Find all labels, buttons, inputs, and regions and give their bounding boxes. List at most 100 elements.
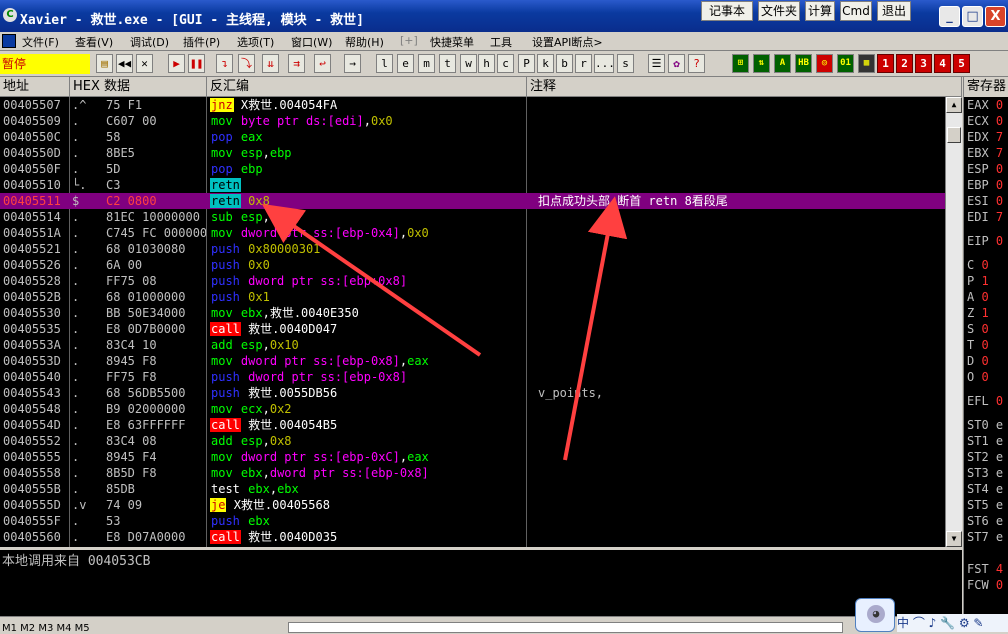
register-st7[interactable]: ST7 e: [967, 529, 1003, 545]
register-st1[interactable]: ST1 e: [967, 433, 1003, 449]
menu-tools[interactable]: 工具: [490, 34, 512, 50]
minimize-button[interactable]: _: [939, 6, 960, 27]
ime-toolbar[interactable]: 中 ⌒ ♪ 🔧 ⚙ ✎: [897, 614, 1008, 632]
plugin-icon-7[interactable]: ▦: [858, 54, 875, 73]
disasm-row[interactable]: 00405555. 8945 F4 mov dword ptr ss:[ebp-0x…: [0, 449, 945, 465]
register-ecx[interactable]: ECX 0: [967, 113, 1003, 129]
register-ebp[interactable]: EBP 0: [967, 177, 1003, 193]
register-st2[interactable]: ST2 e: [967, 449, 1003, 465]
plugin-4-button[interactable]: 4: [934, 54, 951, 73]
disasm-row[interactable]: 0040550F. 5D pop ebp: [0, 161, 945, 177]
toolbar-run-trace-button[interactable]: ...: [594, 54, 615, 73]
disasm-row[interactable]: 0040552B. 68 01000000 push 0x1: [0, 289, 945, 305]
disasm-row[interactable]: 00405526. 6A 00 push 0x0: [0, 257, 945, 273]
list-icon[interactable]: ☰: [648, 54, 665, 73]
scroll-down-icon[interactable]: ▼: [946, 531, 962, 547]
toolbar-threads-button[interactable]: t: [439, 54, 456, 73]
disasm-row[interactable]: 00405509. C607 00 mov byte ptr ds:[edi],0x…: [0, 113, 945, 129]
register-esi[interactable]: ESI 0: [967, 193, 1003, 209]
notepad-button[interactable]: 记事本: [701, 1, 753, 21]
toolbar-breakpoints-button[interactable]: b: [556, 54, 573, 73]
run-icon[interactable]: ▶: [168, 54, 185, 73]
menu-window[interactable]: 窗口(W): [291, 34, 332, 50]
ime-assistant[interactable]: ◕: [855, 598, 895, 632]
disasm-row[interactable]: 0040550C. 58 pop eax: [0, 129, 945, 145]
register-st5[interactable]: ST5 e: [967, 497, 1003, 513]
pause-icon[interactable]: ❚❚: [188, 54, 205, 73]
trace-into-icon[interactable]: ⇊: [262, 54, 279, 73]
plugin-1-button[interactable]: 1: [877, 54, 894, 73]
register-eax[interactable]: EAX 0: [967, 97, 1003, 113]
register-eip[interactable]: EIP 0: [967, 233, 1003, 249]
plugin-icon-6[interactable]: 01: [837, 54, 854, 73]
register-t[interactable]: T 0: [967, 337, 989, 353]
trace-over-icon[interactable]: ⇉: [288, 54, 305, 73]
open-icon[interactable]: ▤: [96, 54, 113, 73]
toolbar-memory-button[interactable]: m: [418, 54, 435, 73]
disasm-row[interactable]: 00405514. 81EC 10000000 sub esp,0x10: [0, 209, 945, 225]
register-p[interactable]: P 1: [967, 273, 989, 289]
plugin-icon-5[interactable]: ◎: [816, 54, 833, 73]
plugin-icon-4[interactable]: HB: [795, 54, 812, 73]
disasm-row[interactable]: 00405548. B9 02000000 mov ecx,0x2: [0, 401, 945, 417]
menu-api-breakpoints[interactable]: 设置API断点>: [532, 34, 603, 50]
register-c[interactable]: C 0: [967, 257, 989, 273]
disasm-row[interactable]: 0040554D. E8 63FFFFFF call 救世.004054B5: [0, 417, 945, 433]
scroll-up-icon[interactable]: ▲: [946, 97, 962, 113]
disasm-row[interactable]: 00405530. BB 50E34000 mov ebx,救世.0040E350: [0, 305, 945, 321]
plugin-3-button[interactable]: 3: [915, 54, 932, 73]
toolbar-stack-button[interactable]: k: [537, 54, 554, 73]
register-esp[interactable]: ESP 0: [967, 161, 1003, 177]
register-st6[interactable]: ST6 e: [967, 513, 1003, 529]
disasm-row[interactable]: 00405560. E8 D07A0000 call 救世.0040D035: [0, 529, 945, 545]
disasm-row[interactable]: 0040555B. 85DB test ebx,ebx: [0, 481, 945, 497]
menu-plugins[interactable]: 插件(P): [183, 34, 220, 50]
toolbar-handles-button[interactable]: h: [478, 54, 495, 73]
disasm-scrollbar[interactable]: ▲ ▼: [945, 97, 962, 547]
maximize-button[interactable]: □: [962, 6, 983, 27]
toolbar-cpu-button[interactable]: c: [497, 54, 514, 73]
plugin-2-button[interactable]: 2: [896, 54, 913, 73]
execute-till-return-icon[interactable]: ↩: [314, 54, 331, 73]
register-st3[interactable]: ST3 e: [967, 465, 1003, 481]
rewind-icon[interactable]: ◀◀: [116, 54, 133, 73]
register-edx[interactable]: EDX 7: [967, 129, 1003, 145]
disasm-row[interactable]: 0040551A. C745 FC 00000000 mov dword ptr s…: [0, 225, 945, 241]
toolbar-log-button[interactable]: l: [376, 54, 393, 73]
plugin-icon-1[interactable]: ⊞: [732, 54, 749, 73]
goto-icon[interactable]: →: [344, 54, 361, 73]
close-button[interactable]: X: [985, 6, 1006, 27]
register-st4[interactable]: ST4 e: [967, 481, 1003, 497]
disasm-row[interactable]: 00405552. 83C4 08 add esp,0x8: [0, 433, 945, 449]
disasm-row[interactable]: 0040550D. 8BE5 mov esp,ebp: [0, 145, 945, 161]
toolbar-references-button[interactable]: r: [575, 54, 592, 73]
menu-file[interactable]: 文件(F): [22, 34, 59, 50]
menu-help[interactable]: 帮助(H): [345, 34, 384, 50]
step-into-icon[interactable]: ↴: [216, 54, 233, 73]
disasm-row[interactable]: 00405521. 68 01030080 push 0x80000301: [0, 241, 945, 257]
disasm-row[interactable]: 00405507 .^ 75 F1 jnz X救世.004054FA: [0, 97, 945, 113]
register-edi[interactable]: EDI 7: [967, 209, 1003, 225]
disasm-row[interactable]: 0040553D. 8945 F8 mov dword ptr ss:[ebp-0x…: [0, 353, 945, 369]
folder-button[interactable]: 文件夹: [758, 1, 800, 21]
header-comment[interactable]: 注释: [527, 77, 962, 97]
menu-options[interactable]: 选项(T): [237, 34, 274, 50]
info-pane[interactable]: 本地调用来自 004053CB: [0, 550, 962, 616]
register-o[interactable]: O 0: [967, 369, 989, 385]
plugin-icon-2[interactable]: ⇅: [753, 54, 770, 73]
plugin-icon-3[interactable]: A: [774, 54, 791, 73]
disasm-row[interactable]: 0040555D .v 74 09 je X救世.00405568: [0, 497, 945, 513]
calculator-button[interactable]: 计算: [805, 1, 835, 21]
disasm-row[interactable]: 00405540. FF75 F8 push dword ptr ss:[ebp-0…: [0, 369, 945, 385]
disasm-row[interactable]: 00405528. FF75 08 push dword ptr ss:[ebp+0…: [0, 273, 945, 289]
disasm-row[interactable]: 00405511 $ C2 0800 retn 0x8 扣点成功头部 断首 retn 8…: [0, 193, 945, 209]
register-fcw[interactable]: FCW 0: [967, 577, 1003, 593]
disasm-row[interactable]: 00405558. 8B5D F8 mov ebx,dword ptr ss:[eb…: [0, 465, 945, 481]
register-ebx[interactable]: EBX 7: [967, 145, 1003, 161]
disasm-row[interactable]: 0040555F. 53 push ebx: [0, 513, 945, 529]
disasm-row[interactable]: 00405510 └. C3 retn: [0, 177, 945, 193]
register-efl[interactable]: EFL 0: [967, 393, 1003, 409]
cpu-window-icon[interactable]: [2, 34, 16, 48]
menu-view[interactable]: 查看(V): [75, 34, 113, 50]
register-st0[interactable]: ST0 e: [967, 417, 1003, 433]
